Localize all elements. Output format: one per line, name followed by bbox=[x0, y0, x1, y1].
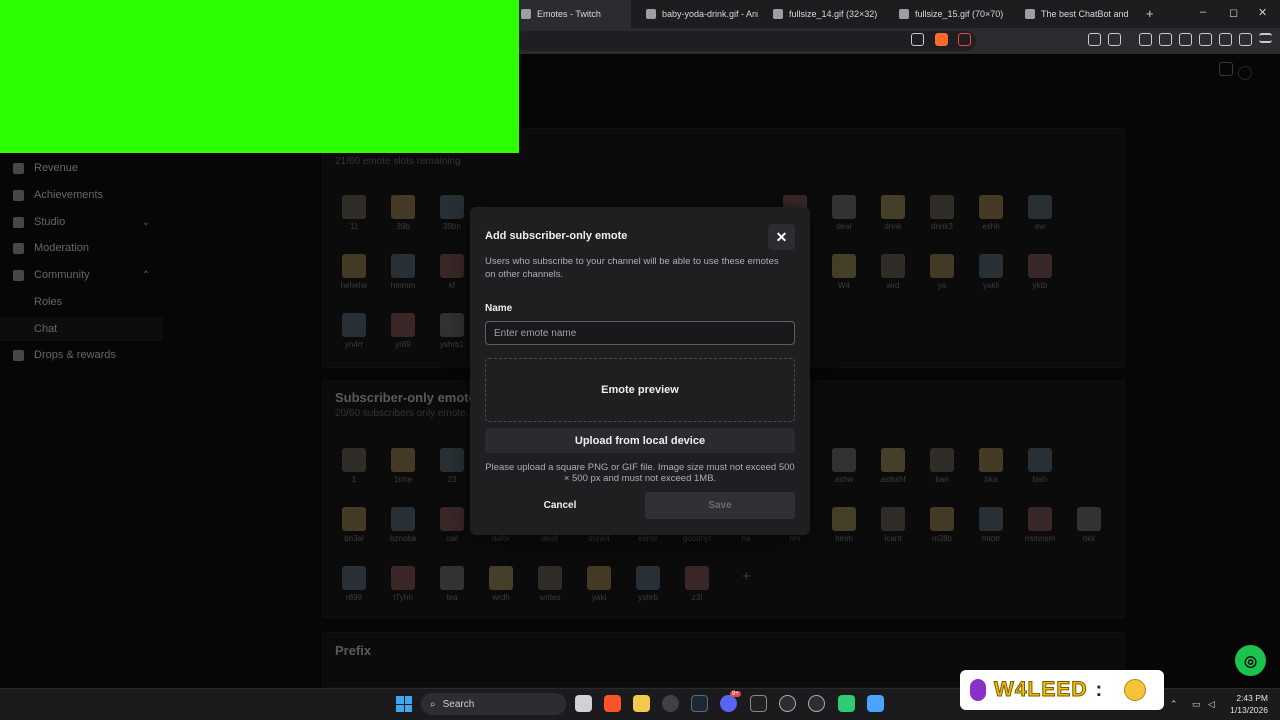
app-icon[interactable] bbox=[867, 695, 884, 712]
tab-label: fullsize_14.gif (32×32) bbox=[789, 9, 878, 19]
globe-icon bbox=[773, 9, 783, 19]
close-modal-button[interactable]: ✕ bbox=[768, 224, 795, 250]
separator: : bbox=[1095, 678, 1103, 701]
steam-icon[interactable] bbox=[691, 695, 708, 712]
brave-browser-icon[interactable] bbox=[604, 695, 621, 712]
close-icon: ✕ bbox=[775, 228, 788, 245]
emoji-icon bbox=[1124, 679, 1147, 701]
file-explorer-icon[interactable] bbox=[633, 695, 650, 712]
name-label: Name bbox=[485, 303, 513, 314]
cancel-button[interactable]: Cancel bbox=[485, 492, 635, 519]
wallet-icon[interactable] bbox=[1199, 33, 1212, 46]
taskbar-search[interactable]: ⌕ Search bbox=[421, 693, 566, 715]
streamer-name: W4LEED bbox=[994, 678, 1088, 702]
modal-title: Add subscriber-only emote bbox=[485, 230, 628, 242]
emote-name-input[interactable] bbox=[485, 321, 795, 345]
upload-button[interactable]: Upload from local device bbox=[485, 428, 795, 453]
epic-games-icon[interactable] bbox=[750, 695, 767, 712]
app-icon[interactable] bbox=[838, 695, 855, 712]
headset-icon: ◎ bbox=[1243, 652, 1258, 670]
vpn-icon[interactable] bbox=[1239, 33, 1252, 46]
globe-icon bbox=[899, 9, 909, 19]
close-window-button[interactable]: ✕ bbox=[1258, 6, 1267, 19]
image-favicon-icon bbox=[646, 9, 656, 19]
green-screen-overlay bbox=[0, 0, 519, 153]
maximize-button[interactable]: ◻ bbox=[1229, 6, 1238, 19]
brave-shield-icon[interactable] bbox=[935, 33, 948, 46]
tab-label: Emotes - Twitch bbox=[537, 9, 601, 19]
brave-rewards-icon[interactable] bbox=[958, 33, 971, 46]
app-icon[interactable] bbox=[779, 695, 796, 712]
save-button[interactable]: Save bbox=[645, 492, 795, 519]
network-icon[interactable]: ▭ bbox=[1192, 699, 1201, 710]
emote-preview-label: Emote preview bbox=[601, 384, 679, 396]
volume-icon[interactable]: ◁ bbox=[1208, 699, 1215, 710]
music-icon[interactable] bbox=[1159, 33, 1172, 46]
tab-emotes-twitch[interactable]: Emotes - Twitch bbox=[513, 0, 631, 28]
cancel-button-label: Cancel bbox=[543, 500, 577, 511]
share-icon[interactable] bbox=[911, 33, 924, 46]
search-label: Search bbox=[442, 698, 475, 710]
tab-label: The best ChatBot and bbox=[1041, 9, 1129, 19]
help-button[interactable]: ◎ bbox=[1235, 645, 1266, 676]
clock-time[interactable]: 2:43 PM bbox=[1226, 693, 1268, 703]
download-icon[interactable] bbox=[1139, 33, 1152, 46]
screenshot-icon[interactable] bbox=[1108, 33, 1121, 46]
tab-chatbot[interactable]: The best ChatBot and bbox=[1017, 0, 1139, 28]
tray-chevron-icon[interactable]: ⌃ bbox=[1170, 699, 1178, 710]
save-button-label: Save bbox=[708, 500, 732, 511]
discord-badge: 9+ bbox=[730, 691, 741, 697]
search-icon: ⌕ bbox=[430, 698, 436, 710]
sidebar-toggle-icon[interactable] bbox=[1179, 33, 1192, 46]
tab-baby-yoda[interactable]: baby-yoda-drink.gif - Ani bbox=[638, 0, 758, 28]
twitch-favicon-icon bbox=[521, 9, 531, 19]
add-emote-modal: Add subscriber-only emote ✕ Users who su… bbox=[470, 207, 810, 535]
chatbot-favicon-icon bbox=[1025, 9, 1035, 19]
tab-label: baby-yoda-drink.gif - Ani bbox=[662, 9, 758, 19]
tab-fullsize-15[interactable]: fullsize_15.gif (70×70) bbox=[891, 0, 1011, 28]
modal-description: Users who subscribe to your channel will… bbox=[485, 256, 779, 280]
new-tab-button[interactable]: + bbox=[1146, 6, 1154, 21]
tab-fullsize-14[interactable]: fullsize_14.gif (32×32) bbox=[765, 0, 885, 28]
app-icon[interactable] bbox=[808, 695, 825, 712]
discord-icon[interactable] bbox=[720, 695, 737, 712]
upload-button-label: Upload from local device bbox=[574, 434, 706, 447]
obs-icon[interactable] bbox=[662, 695, 679, 712]
address-field[interactable] bbox=[516, 31, 976, 51]
streamer-name-overlay: W4LEED : bbox=[960, 670, 1164, 710]
leo-icon[interactable] bbox=[1219, 33, 1232, 46]
clock-date[interactable]: 1/13/2026 bbox=[1222, 705, 1268, 715]
upload-hint: Please upload a square PNG or GIF file. … bbox=[485, 462, 795, 484]
store-icon[interactable] bbox=[575, 695, 592, 712]
emote-preview-box: Emote preview bbox=[485, 358, 795, 422]
menu-icon[interactable] bbox=[1259, 33, 1272, 43]
microphone-icon bbox=[970, 679, 986, 701]
windows-start-button[interactable] bbox=[396, 696, 412, 712]
extensions-icon[interactable] bbox=[1088, 33, 1101, 46]
minimize-button[interactable]: – bbox=[1200, 6, 1206, 18]
tab-label: fullsize_15.gif (70×70) bbox=[915, 9, 1004, 19]
